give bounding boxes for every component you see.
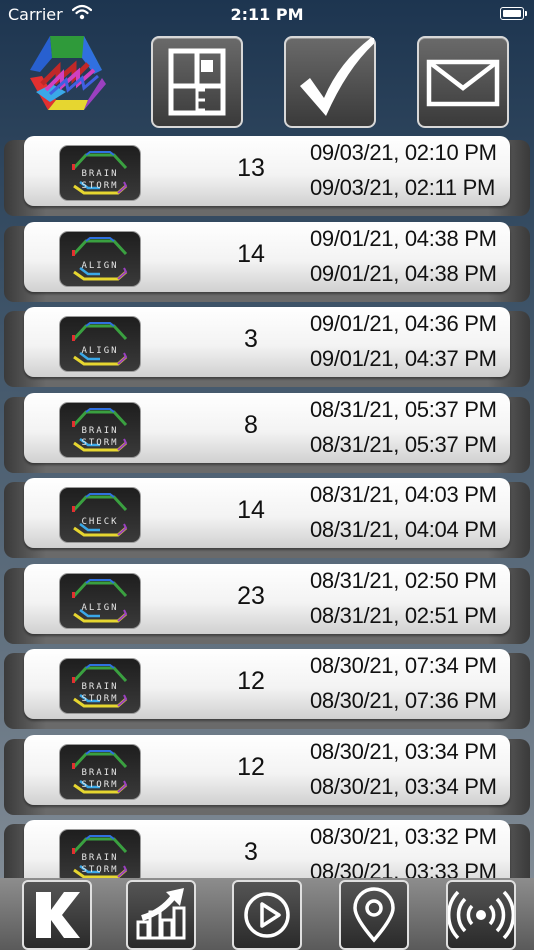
badge-label: BRAIN: [81, 169, 119, 179]
start-datetime: 08/30/21, 07:34 PM: [310, 653, 497, 678]
end-datetime: 08/30/21, 03:33 PM: [310, 859, 497, 878]
session-card[interactable]: BRAIN STORM 8 08/31/21, 05:37 PM 08/31/21…: [24, 392, 510, 463]
end-datetime: 08/31/21, 05:37 PM: [310, 431, 497, 457]
session-logo-icon: [72, 493, 128, 537]
session-list[interactable]: BRAIN STORM 13 09/03/21, 02:10 PM 09/03/2…: [0, 132, 534, 878]
session-type-badge: CHECK: [59, 487, 141, 543]
layout-button[interactable]: [151, 36, 243, 128]
session-logo-icon: [72, 236, 128, 280]
session-type-badge: BRAIN STORM: [59, 401, 141, 458]
item-count: 3: [244, 838, 258, 866]
session-card[interactable]: CHECK 14 08/31/21, 04:03 PM 08/31/21, 04…: [24, 478, 510, 548]
item-count: 8: [244, 410, 258, 439]
play-circle-icon: [244, 892, 290, 938]
session-card[interactable]: ALIGN 3 09/01/21, 04:36 PM 09/01/21, 04:…: [24, 307, 510, 377]
session-type-badge: BRAIN STORM: [59, 743, 141, 800]
badge-label: ALIGN: [81, 602, 119, 613]
end-datetime: 08/30/21, 07:36 PM: [310, 688, 497, 713]
item-count: 13: [237, 154, 265, 182]
map-pin-icon: [353, 887, 395, 943]
broadcast-button[interactable]: [446, 880, 516, 950]
session-logo-icon: [72, 578, 128, 622]
session-row[interactable]: BRAIN STORM 12 08/30/21, 07:34 PM 08/30/2…: [4, 649, 530, 729]
session-card[interactable]: BRAIN STORM 13 09/03/21, 02:10 PM 09/03/2…: [24, 136, 510, 206]
envelope-icon: [426, 59, 500, 107]
checkmark-icon: [300, 38, 374, 116]
item-count: 3: [244, 325, 258, 353]
play-button[interactable]: [232, 880, 302, 950]
start-datetime: 08/30/21, 03:34 PM: [310, 738, 497, 764]
item-count: 12: [237, 752, 265, 781]
badge-label: STORM: [81, 694, 119, 704]
badge-label: STORM: [81, 181, 119, 191]
end-datetime: 09/01/21, 04:37 PM: [310, 346, 497, 371]
end-datetime: 08/31/21, 02:51 PM: [310, 602, 497, 628]
badge-label: ALIGN: [81, 260, 119, 271]
start-datetime: 09/01/21, 04:36 PM: [310, 311, 497, 336]
session-row[interactable]: BRAIN STORM 13 09/03/21, 02:10 PM 09/03/2…: [4, 136, 530, 216]
session-card[interactable]: ALIGN 23 08/31/21, 02:50 PM 08/31/21, 02…: [24, 563, 510, 634]
k-letter-icon: [36, 892, 80, 938]
session-type-badge: ALIGN: [59, 316, 141, 372]
session-type-badge: BRAIN STORM: [59, 829, 141, 878]
session-type-badge: ALIGN: [59, 572, 141, 629]
session-card[interactable]: BRAIN STORM 12 08/30/21, 03:34 PM 08/30/2…: [24, 734, 510, 805]
start-datetime: 09/01/21, 04:38 PM: [310, 225, 497, 251]
session-card[interactable]: ALIGN 14 09/01/21, 04:38 PM 09/01/21, 04…: [24, 221, 510, 292]
battery-icon: [500, 7, 527, 20]
clock: 2:11 PM: [230, 5, 304, 24]
badge-label: CHECK: [81, 517, 119, 527]
bar-chart-up-icon: [136, 888, 186, 940]
broadcast-icon: [448, 890, 514, 940]
session-row[interactable]: ALIGN 23 08/31/21, 02:50 PM 08/31/21, 02…: [4, 563, 530, 644]
badge-label: STORM: [81, 865, 119, 875]
badge-label: STORM: [81, 437, 119, 448]
end-datetime: 09/01/21, 04:38 PM: [310, 260, 497, 286]
location-button[interactable]: [339, 880, 409, 950]
bottom-toolbar: [0, 878, 534, 950]
start-datetime: 08/31/21, 05:37 PM: [310, 396, 497, 422]
session-card[interactable]: BRAIN STORM 12 08/30/21, 07:34 PM 08/30/2…: [24, 649, 510, 719]
end-datetime: 09/03/21, 02:11 PM: [310, 175, 495, 200]
start-datetime: 08/30/21, 03:32 PM: [310, 824, 497, 849]
stats-button[interactable]: [126, 880, 196, 950]
session-type-badge: ALIGN: [59, 230, 141, 287]
badge-label: BRAIN: [81, 767, 119, 778]
item-count: 12: [237, 667, 265, 695]
top-toolbar: [0, 30, 534, 130]
k-button[interactable]: [22, 880, 92, 950]
badge-label: BRAIN: [81, 853, 119, 863]
badge-label: BRAIN: [81, 425, 119, 436]
start-datetime: 09/03/21, 02:10 PM: [310, 140, 497, 165]
session-row[interactable]: BRAIN STORM 3 08/30/21, 03:32 PM 08/30/21…: [4, 820, 530, 878]
status-bar: Carrier 2:11 PM: [0, 0, 534, 30]
session-type-badge: BRAIN STORM: [59, 658, 141, 714]
session-type-badge: BRAIN STORM: [59, 145, 141, 201]
session-row[interactable]: ALIGN 3 09/01/21, 04:36 PM 09/01/21, 04:…: [4, 307, 530, 387]
layout-grid-icon: [168, 48, 226, 116]
item-count: 23: [237, 581, 265, 610]
end-datetime: 08/31/21, 04:04 PM: [310, 517, 497, 542]
session-row[interactable]: ALIGN 14 09/01/21, 04:38 PM 09/01/21, 04…: [4, 221, 530, 302]
item-count: 14: [237, 239, 265, 268]
badge-label: ALIGN: [81, 346, 119, 356]
end-datetime: 08/30/21, 03:34 PM: [310, 773, 497, 799]
session-row[interactable]: CHECK 14 08/31/21, 04:03 PM 08/31/21, 04…: [4, 478, 530, 558]
session-row[interactable]: BRAIN STORM 8 08/31/21, 05:37 PM 08/31/21…: [4, 392, 530, 473]
session-logo-icon: [72, 322, 128, 366]
start-datetime: 08/31/21, 04:03 PM: [310, 482, 497, 507]
mail-button[interactable]: [417, 36, 509, 128]
session-card[interactable]: BRAIN STORM 3 08/30/21, 03:32 PM 08/30/21…: [24, 820, 510, 878]
badge-label: BRAIN: [81, 682, 119, 692]
session-row[interactable]: BRAIN STORM 12 08/30/21, 03:34 PM 08/30/2…: [4, 734, 530, 815]
item-count: 14: [237, 496, 265, 524]
badge-label: STORM: [81, 779, 119, 790]
app-logo-icon: [30, 36, 106, 110]
start-datetime: 08/31/21, 02:50 PM: [310, 567, 497, 593]
check-button[interactable]: [284, 36, 376, 128]
